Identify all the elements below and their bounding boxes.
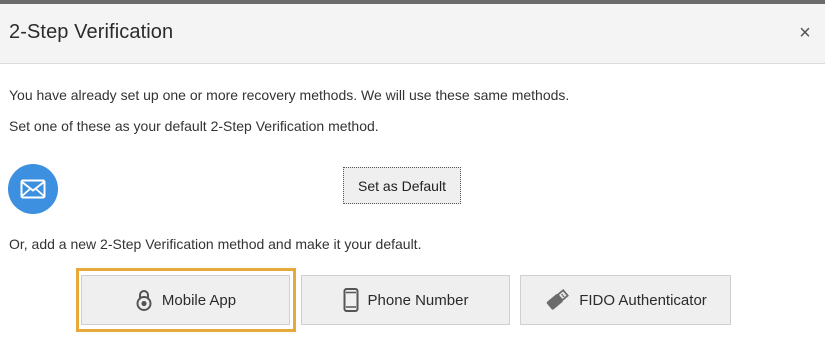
close-icon[interactable]: × bbox=[799, 22, 811, 44]
usb-key-icon bbox=[544, 289, 570, 311]
phone-number-label: Phone Number bbox=[367, 291, 469, 309]
fido-authenticator-label: FIDO Authenticator bbox=[579, 291, 707, 309]
fido-authenticator-button[interactable]: FIDO Authenticator bbox=[520, 275, 731, 325]
email-method-badge bbox=[8, 164, 58, 214]
email-icon bbox=[20, 179, 46, 199]
dialog-header: 2-Step Verification × bbox=[0, 4, 825, 64]
mobile-app-label: Mobile App bbox=[161, 291, 237, 309]
close-button[interactable]: × bbox=[797, 23, 813, 43]
instruction-text: Set one of these as your default 2-Step … bbox=[9, 118, 379, 134]
padlock-icon bbox=[135, 289, 153, 311]
phone-icon bbox=[343, 288, 359, 312]
set-as-default-button[interactable]: Set as Default bbox=[343, 167, 461, 204]
info-text: You have already set up one or more reco… bbox=[9, 87, 570, 103]
phone-number-button[interactable]: Phone Number bbox=[301, 275, 510, 325]
dialog-title: 2-Step Verification bbox=[9, 21, 174, 43]
add-method-text: Or, add a new 2-Step Verification method… bbox=[9, 236, 422, 252]
mobile-app-button[interactable]: Mobile App bbox=[81, 275, 290, 325]
